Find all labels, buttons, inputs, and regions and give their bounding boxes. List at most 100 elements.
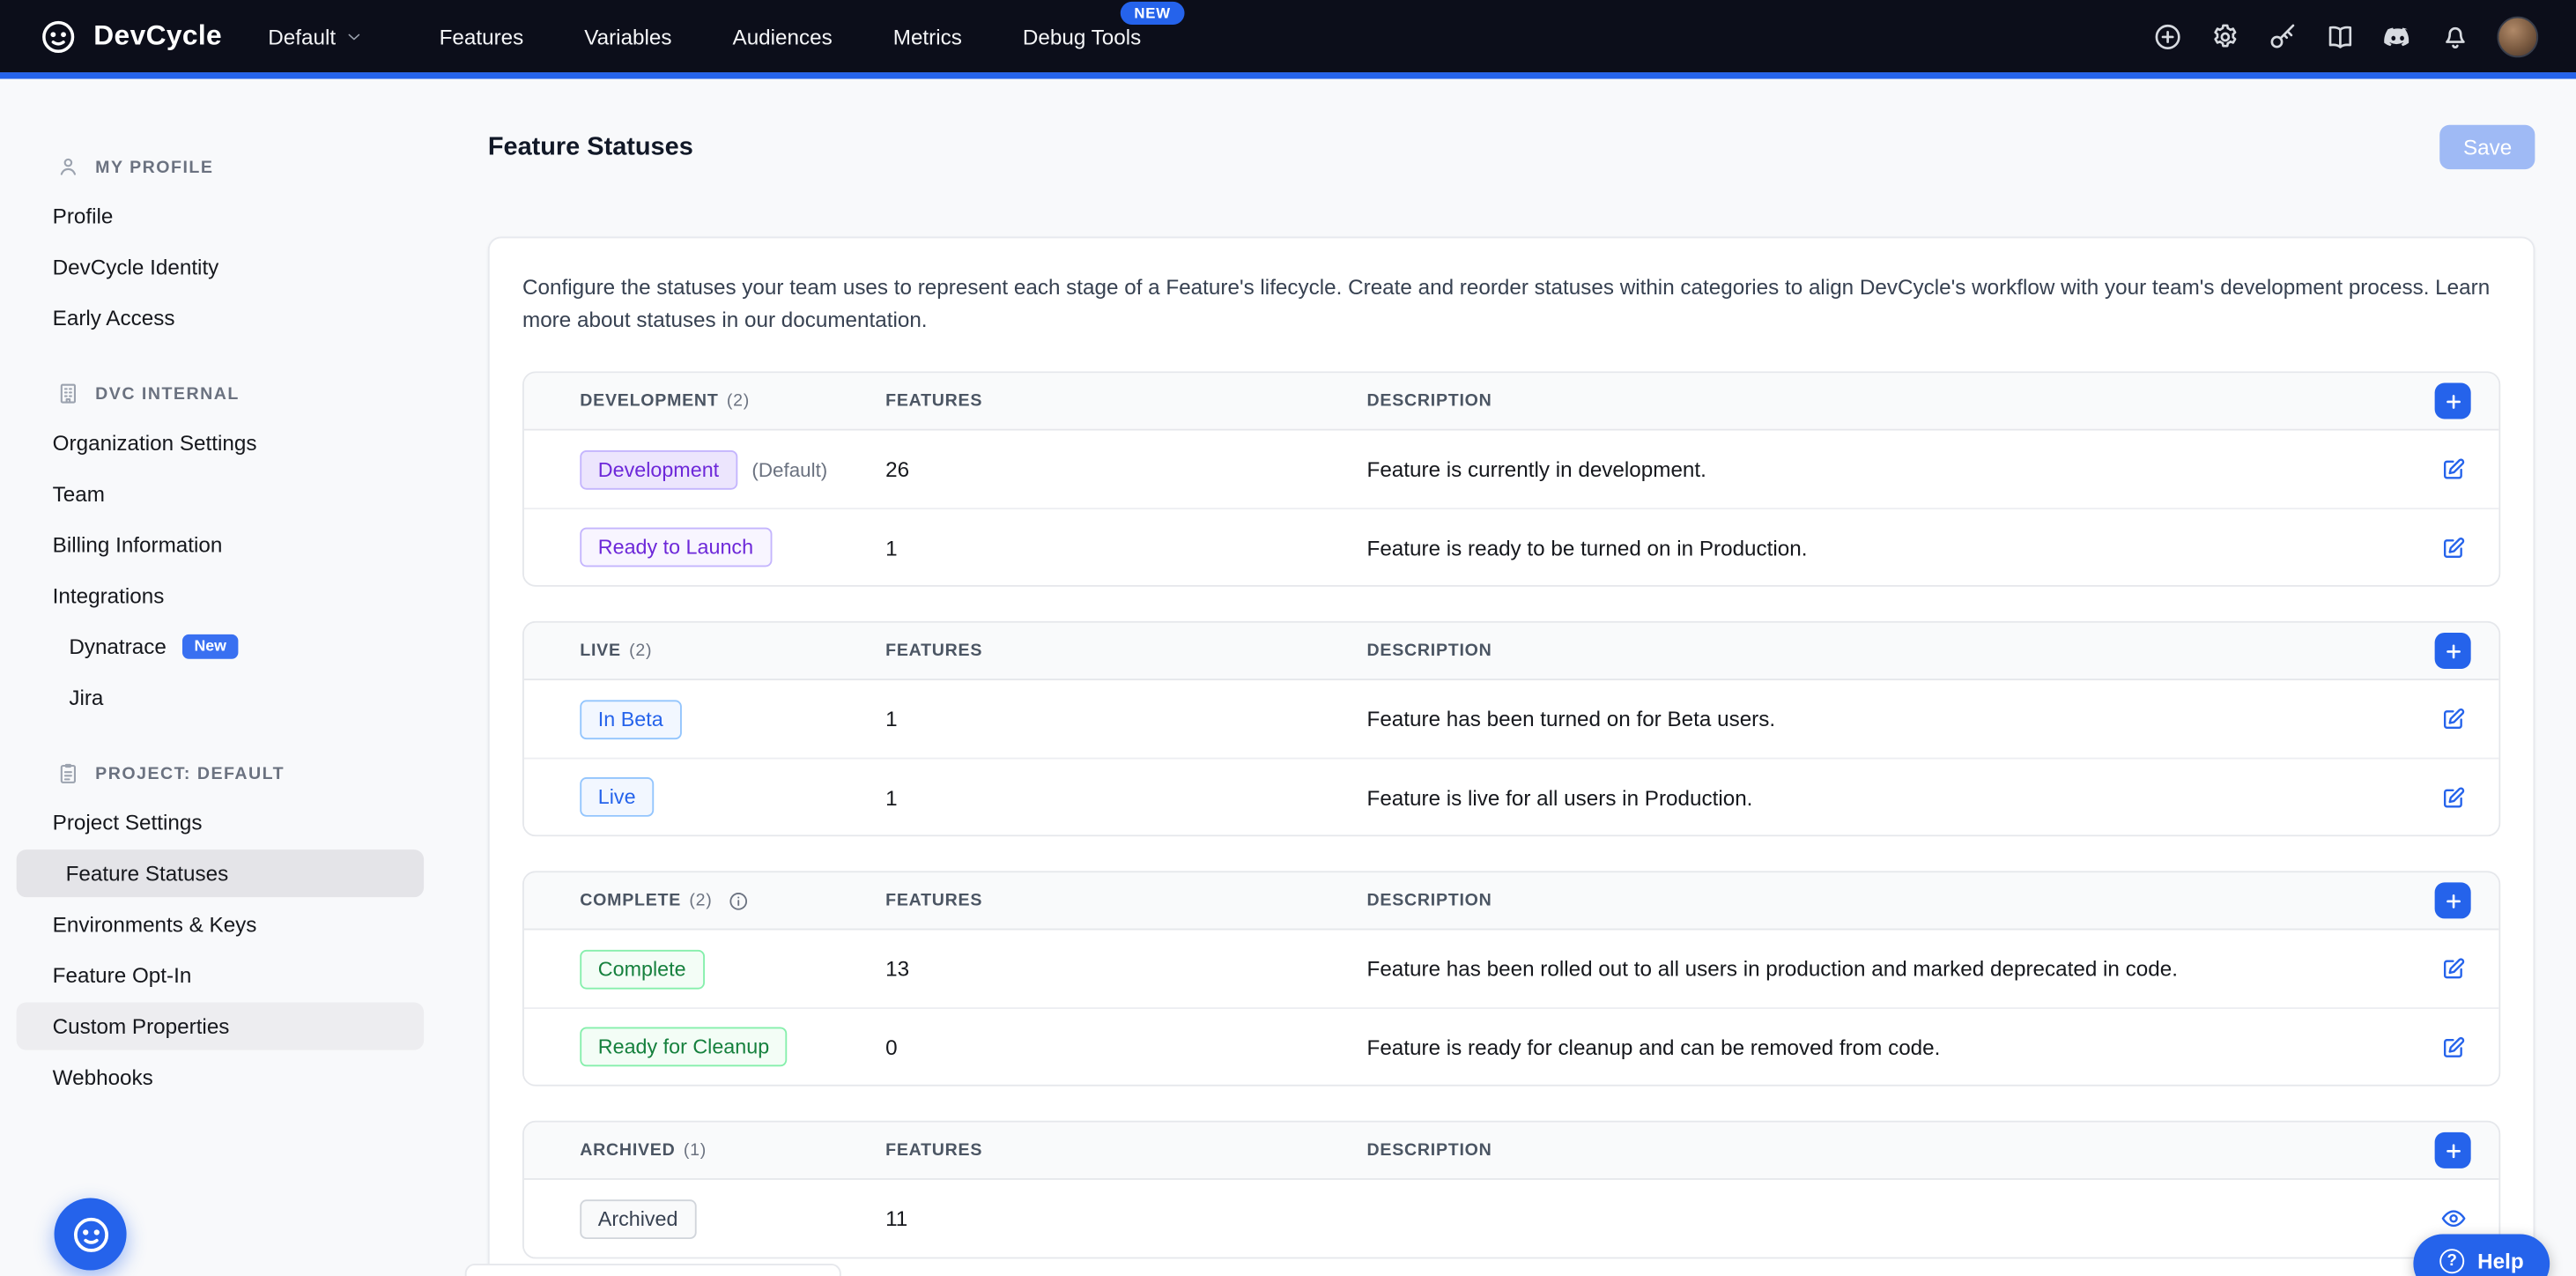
status-badge: Development bbox=[580, 450, 737, 490]
save-button[interactable]: Save bbox=[2440, 125, 2535, 169]
intro-text: Configure the statuses your team uses to… bbox=[522, 271, 2500, 338]
discord-button[interactable] bbox=[2382, 20, 2413, 51]
group-count: (2) bbox=[629, 642, 652, 661]
new-badge: NEW bbox=[1121, 1, 1183, 24]
add-status-button[interactable] bbox=[2435, 1132, 2471, 1168]
add-status-button[interactable] bbox=[2435, 633, 2471, 669]
discord-icon bbox=[2382, 20, 2413, 51]
sidebar-item-integrations[interactable]: Integrations bbox=[17, 572, 424, 619]
default-suffix: (Default) bbox=[751, 458, 827, 481]
edit-status-button[interactable] bbox=[2436, 780, 2470, 814]
group-header: COMPLETE(2)FEATURESDESCRIPTION bbox=[524, 873, 2498, 931]
sidebar-item-label: Feature Statuses bbox=[66, 861, 229, 886]
org-selector[interactable]: Default bbox=[268, 24, 364, 48]
features-column-header: FEATURES bbox=[885, 1141, 1366, 1161]
togglebot-logo-icon bbox=[38, 16, 79, 57]
group-count: (1) bbox=[684, 1141, 707, 1161]
sidebar-item-project-settings[interactable]: Project Settings bbox=[17, 798, 424, 846]
nav-item-features[interactable]: Features bbox=[440, 24, 524, 48]
sidebar-item-organization-settings[interactable]: Organization Settings bbox=[17, 419, 424, 467]
edit-icon bbox=[2439, 534, 2467, 562]
status-row-complete: Complete13Feature has been rolled out to… bbox=[524, 931, 2498, 1008]
nav-item-metrics[interactable]: Metrics bbox=[893, 24, 962, 48]
shell: MY PROFILE Profile DevCycle Identity Early … bbox=[0, 79, 2576, 1276]
status-row-ready-to-launch: Ready to Launch1Feature is ready to be t… bbox=[524, 508, 2498, 586]
status-row-archived: Archived11 bbox=[524, 1180, 2498, 1257]
nav-item-variables[interactable]: Variables bbox=[584, 24, 671, 48]
sidebar-item-label: Team bbox=[53, 481, 105, 506]
add-status-button[interactable] bbox=[2435, 383, 2471, 419]
feature-count: 1 bbox=[885, 536, 1366, 560]
question-icon: ? bbox=[2439, 1249, 2464, 1273]
sidebar-item-billing-information[interactable]: Billing Information bbox=[17, 521, 424, 568]
sidebar-item-label: Profile bbox=[53, 204, 114, 228]
clipboard-icon bbox=[56, 760, 80, 785]
feature-statuses-card: Configure the statuses your team uses to… bbox=[488, 237, 2535, 1276]
sidebar-item-label: Feature Opt-In bbox=[53, 963, 192, 988]
sidebar-item-custom-properties[interactable]: Custom Properties bbox=[17, 1003, 424, 1050]
status-description: Feature is currently in development. bbox=[1367, 457, 2407, 482]
nav-item-label: Debug Tools bbox=[1023, 24, 1141, 48]
edit-status-button[interactable] bbox=[2436, 452, 2470, 486]
settings-gear-icon bbox=[2210, 20, 2240, 51]
edit-status-button[interactable] bbox=[2436, 952, 2470, 986]
sidebar-item-label: Integrations bbox=[53, 583, 165, 608]
status-group-complete: COMPLETE(2)FEATURESDESCRIPTIONComplete13… bbox=[522, 872, 2500, 1087]
group-title: COMPLETE(2) bbox=[580, 890, 885, 911]
sidebar-item-label: Early Access bbox=[53, 306, 175, 330]
nav-item-label: Features bbox=[440, 24, 524, 48]
sidebar-nav: MY PROFILE Profile DevCycle Identity Early … bbox=[0, 154, 447, 1101]
sidebar-item-environments-keys[interactable]: Environments & Keys bbox=[17, 901, 424, 948]
nav-item-audiences[interactable]: Audiences bbox=[733, 24, 833, 48]
add-circle-button[interactable] bbox=[2152, 20, 2183, 51]
devcycle-logo[interactable]: DevCycle bbox=[38, 16, 222, 57]
sidebar-item-devcycle-identity[interactable]: DevCycle Identity bbox=[17, 243, 424, 291]
togglebot-icon bbox=[38, 16, 79, 57]
group-header: ARCHIVED(1)FEATURESDESCRIPTION bbox=[524, 1123, 2498, 1180]
sidebar-item-feature-opt-in[interactable]: Feature Opt-In bbox=[17, 952, 424, 999]
feature-count: 1 bbox=[885, 785, 1366, 810]
group-count: (2) bbox=[727, 391, 750, 411]
sidebar-item-label: Billing Information bbox=[53, 532, 223, 557]
status-group-archived: ARCHIVED(1)FEATURESDESCRIPTIONArchived11 bbox=[522, 1121, 2500, 1259]
features-column-header: FEATURES bbox=[885, 642, 1366, 661]
status-badge: Live bbox=[580, 778, 654, 818]
documentation-book-button[interactable] bbox=[2325, 20, 2356, 51]
plus-icon bbox=[2442, 890, 2463, 911]
view-status-button[interactable] bbox=[2436, 1202, 2470, 1236]
sidebar-section-my-profile: MY PROFILE bbox=[56, 154, 424, 179]
sidebar-item-label: Custom Properties bbox=[53, 1014, 230, 1039]
sidebar-item-jira[interactable]: Jira bbox=[17, 674, 424, 722]
description-column-header: DESCRIPTION bbox=[1367, 642, 2407, 661]
status-group-development: DEVELOPMENT(2)FEATURESDESCRIPTIONDevelop… bbox=[522, 372, 2500, 587]
add-status-button[interactable] bbox=[2435, 883, 2471, 919]
edit-status-button[interactable] bbox=[2436, 702, 2470, 737]
nav-item-label: Metrics bbox=[893, 24, 962, 48]
nav-actions bbox=[2152, 16, 2538, 57]
page-header: Feature Statuses Save bbox=[488, 125, 2535, 169]
notifications-bell-button[interactable] bbox=[2439, 20, 2470, 51]
status-badge: Archived bbox=[580, 1199, 696, 1239]
description-column-header: DESCRIPTION bbox=[1367, 891, 2407, 910]
sidebar-item-webhooks[interactable]: Webhooks bbox=[17, 1053, 424, 1101]
new-badge: New bbox=[182, 634, 238, 659]
edit-status-button[interactable] bbox=[2436, 530, 2470, 565]
help-button[interactable]: ? Help bbox=[2413, 1234, 2550, 1276]
group-name: DEVELOPMENT bbox=[580, 391, 718, 411]
sidebar-item-dynatrace[interactable]: DynatraceNew bbox=[17, 623, 424, 671]
settings-gear-button[interactable] bbox=[2210, 20, 2240, 51]
devcycle-bot-button[interactable] bbox=[55, 1198, 127, 1270]
sidebar-item-feature-statuses[interactable]: Feature Statuses bbox=[17, 849, 424, 897]
togglebot-icon bbox=[68, 1212, 112, 1256]
status-description: Feature has been turned on for Beta user… bbox=[1367, 707, 2407, 731]
sidebar-item-early-access[interactable]: Early Access bbox=[17, 294, 424, 342]
edit-status-button[interactable] bbox=[2436, 1030, 2470, 1065]
user-avatar[interactable] bbox=[2497, 16, 2538, 57]
feature-count: 26 bbox=[885, 457, 1366, 482]
notifications-bell-icon bbox=[2439, 20, 2470, 51]
sidebar-item-profile[interactable]: Profile bbox=[17, 192, 424, 240]
nav-item-debug-tools[interactable]: Debug ToolsNEW bbox=[1023, 24, 1141, 48]
status-row-in-beta: In Beta1Feature has been turned on for B… bbox=[524, 681, 2498, 759]
api-key-button[interactable] bbox=[2267, 20, 2298, 51]
sidebar-item-team[interactable]: Team bbox=[17, 470, 424, 517]
